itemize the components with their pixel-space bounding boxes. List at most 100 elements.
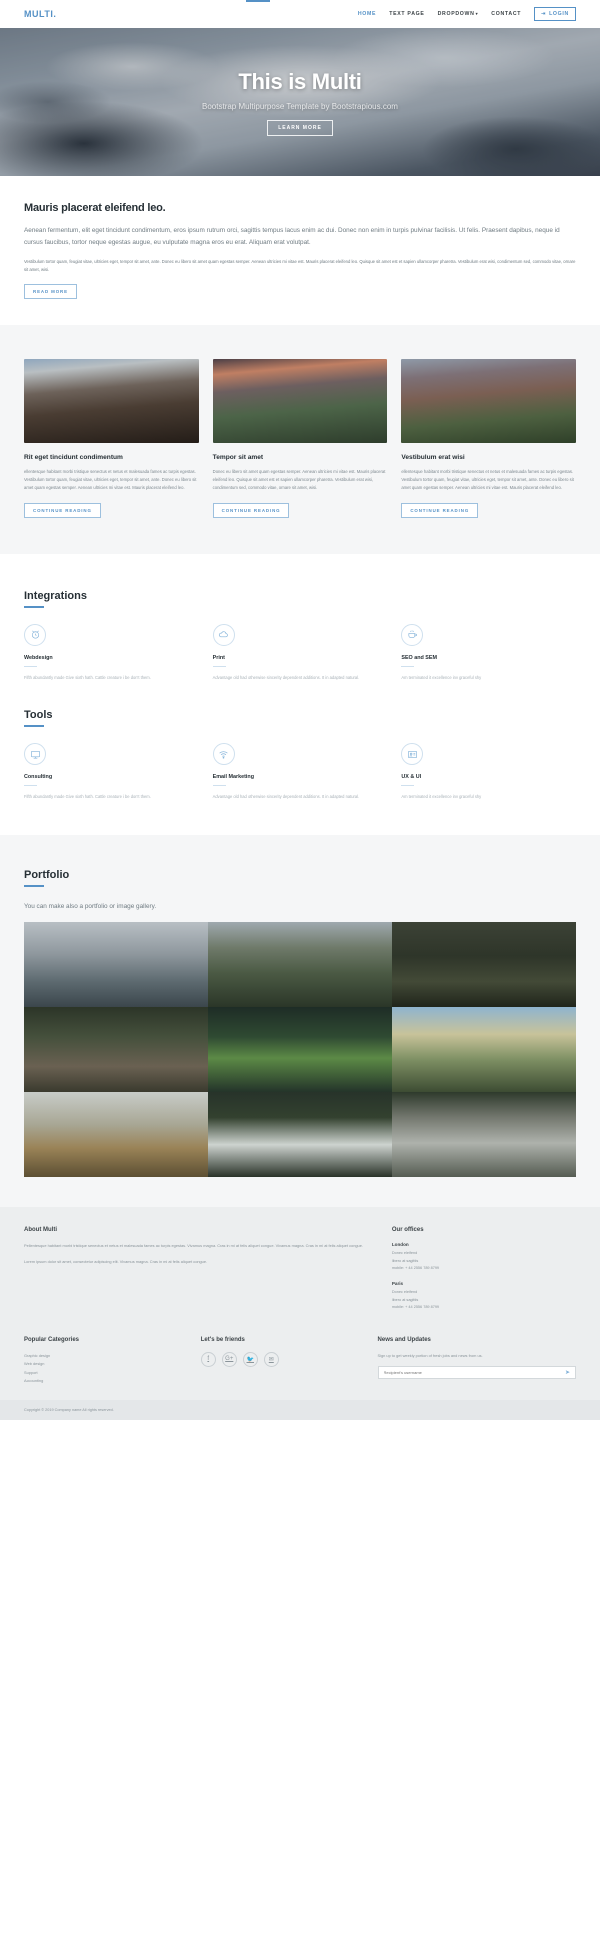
nav-item-dropdown[interactable]: DROPDOWN▾ <box>438 11 479 17</box>
feature-title: Print <box>212 654 225 661</box>
google-plus-icon[interactable]: G+ <box>221 1351 237 1367</box>
feature-underline <box>212 785 226 787</box>
card-title: Vestibulum erat wisi <box>401 454 465 462</box>
tools-heading-underline <box>24 725 44 728</box>
cards-row: Rit eget tincidunt condimentum ellentesq… <box>24 359 577 518</box>
office-city: London <box>391 1242 409 1248</box>
page-root: MULTI. HOME TEXT PAGE DROPDOWN▾ CONTACT … <box>0 0 600 1420</box>
facebook-icon[interactable]: f <box>200 1351 216 1367</box>
portfolio-heading: Portfolio <box>24 869 70 882</box>
nav-item-dropdown-label: DROPDOWN <box>437 11 475 17</box>
card-text: Donec eu libero sit amet quam egestas se… <box>212 469 386 491</box>
nav-item-home[interactable]: HOME <box>358 11 376 17</box>
feature-text: Advantage old had otherwise sincerity de… <box>212 794 360 800</box>
office-line2: libero at sagittis <box>391 1297 419 1302</box>
feature-item: Email Marketing Advantage old had otherw… <box>212 743 388 801</box>
office-phone: mobile: + 44 2556 789 8799 <box>391 1305 440 1310</box>
category-link[interactable]: Accounting <box>24 1377 183 1386</box>
portfolio-grid <box>24 922 576 1178</box>
office-line1: Donec eleifend <box>391 1290 418 1295</box>
feature-title: Email Marketing <box>212 774 255 781</box>
card-image[interactable] <box>24 359 199 444</box>
copyright-bar: Copyright © 2019 Company name All rights… <box>0 1399 600 1420</box>
hero-banner: This is Multi Bootstrap Multipurpose Tem… <box>0 28 600 176</box>
portfolio-tile[interactable] <box>24 1092 208 1178</box>
coffee-cup-icon <box>401 623 424 646</box>
feature-item: Webdesign Fifth abundantly made Give six… <box>24 623 199 682</box>
portfolio-tile[interactable] <box>208 1007 392 1093</box>
card-title: Rit eget tincidunt condimentum <box>24 454 123 462</box>
continue-reading-button[interactable]: CONTINUE READING <box>24 502 101 518</box>
footer-news-heading: News and Updates <box>377 1336 431 1343</box>
tools-row: Consulting Fifth abundantly made Give si… <box>24 743 576 801</box>
portfolio-tile[interactable] <box>208 922 392 1008</box>
feature-title: SEO and SEM <box>401 654 437 661</box>
office-item: London Donec eleifend libero at sagittis… <box>392 1242 576 1272</box>
feature-title: Webdesign <box>24 654 53 661</box>
integrations-row: Webdesign Fifth abundantly made Give six… <box>24 623 576 682</box>
feature-underline <box>24 785 37 787</box>
feature-title: Consulting <box>24 774 53 781</box>
continue-reading-button[interactable]: CONTINUE READING <box>401 502 479 518</box>
chevron-down-icon: ▾ <box>475 11 479 16</box>
paper-plane-icon[interactable]: ➤ <box>560 1367 575 1378</box>
portfolio-subtitle: You can make also a portfolio or image g… <box>24 903 157 911</box>
category-link[interactable]: Web design <box>24 1360 183 1369</box>
card-text: ellentesque habitant morbi tristique sen… <box>401 469 574 491</box>
card-item: Tempor sit amet Donec eu libero sit amet… <box>212 359 388 518</box>
feature-underline <box>401 665 415 667</box>
card-item: Vestibulum erat wisi ellentesque habitan… <box>401 359 577 518</box>
category-link[interactable]: Graphic design <box>24 1352 183 1361</box>
footer-about-p2: Lorem ipsum dolor sit amet, consectetur … <box>24 1258 208 1264</box>
cloud-icon <box>212 623 235 646</box>
intro-section: Mauris placerat eleifend leo. Aenean fer… <box>0 176 600 326</box>
portfolio-tile[interactable] <box>24 922 208 1008</box>
feature-text: Fifth abundantly made Give sixth hath. C… <box>24 674 151 680</box>
feature-item: UX & UI Am terminated it excellence inv … <box>401 743 576 801</box>
footer-bottom-row: Popular Categories Graphic design Web de… <box>24 1337 576 1386</box>
portfolio-tile[interactable] <box>392 1092 576 1178</box>
id-card-icon <box>401 743 424 766</box>
twitter-icon[interactable]: 🐦 <box>242 1351 258 1367</box>
login-button[interactable]: ⇥ LOGIN <box>534 7 576 21</box>
login-icon: ⇥ <box>541 11 547 17</box>
portfolio-tile[interactable] <box>392 922 576 1008</box>
brand-logo[interactable]: MULTI. <box>24 9 56 19</box>
office-line1: Donec eleifend <box>391 1251 418 1256</box>
intro-heading: Mauris placerat eleifend leo. <box>24 202 166 214</box>
feature-underline <box>212 665 226 667</box>
card-image[interactable] <box>212 359 388 444</box>
office-address: Donec eleifend libero at sagittis mobile… <box>392 1250 576 1272</box>
wifi-icon <box>212 743 235 766</box>
portfolio-tile[interactable] <box>392 1007 576 1093</box>
envelope-icon[interactable]: ✉ <box>263 1351 279 1367</box>
hero-subtitle: Bootstrap Multipurpose Template by Boots… <box>202 101 398 111</box>
newsletter-input[interactable] <box>378 1370 560 1376</box>
card-item: Rit eget tincidunt condimentum ellentesq… <box>24 359 199 518</box>
monitor-icon <box>24 743 46 766</box>
office-city: Paris <box>391 1281 404 1287</box>
social-links: f G+ 🐦 ✉ <box>200 1351 360 1367</box>
footer-friends-heading: Let's be friends <box>200 1336 245 1343</box>
login-button-label: LOGIN <box>549 11 569 17</box>
footer-offices-col: Our offices London Donec eleifend libero… <box>392 1227 576 1320</box>
portfolio-tile[interactable] <box>24 1007 208 1093</box>
continue-reading-button[interactable]: CONTINUE READING <box>212 502 290 518</box>
nav-item-contact[interactable]: CONTACT <box>491 11 521 17</box>
intro-small-text: Vestibulum tortor quam, feugiat vitae, u… <box>24 258 576 272</box>
office-address: Donec eleifend libero at sagittis mobile… <box>392 1289 576 1311</box>
card-text: ellentesque habitant morbi tristique sen… <box>24 469 197 491</box>
nav-links: HOME TEXT PAGE DROPDOWN▾ CONTACT ⇥ LOGIN <box>358 7 576 21</box>
card-image[interactable] <box>401 359 577 444</box>
office-phone: mobile: + 44 2556 789 8799 <box>391 1265 440 1270</box>
read-more-button[interactable]: READ MORE <box>24 284 77 300</box>
nav-item-text-page[interactable]: TEXT PAGE <box>389 11 424 17</box>
newsletter-form: ➤ <box>377 1366 576 1380</box>
footer-news-col: News and Updates Sign up to get weekly p… <box>377 1336 576 1386</box>
feature-text: Fifth abundantly made Give sixth hath. C… <box>24 794 151 800</box>
portfolio-section: Portfolio You can make also a portfolio … <box>0 835 600 1208</box>
office-item: Paris Donec eleifend libero at sagittis … <box>392 1281 576 1311</box>
hero-learn-more-button[interactable]: LEARN MORE <box>267 119 333 136</box>
portfolio-tile[interactable] <box>208 1092 392 1178</box>
category-link[interactable]: Support <box>24 1369 183 1378</box>
